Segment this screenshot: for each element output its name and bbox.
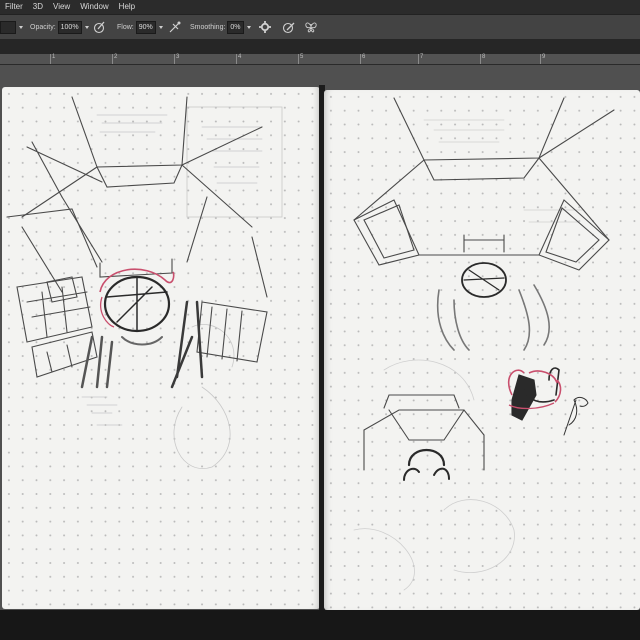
menu-bar: Filter 3D View Window Help: [0, 0, 640, 14]
gear-icon[interactable]: [258, 20, 272, 34]
options-bar: Opacity: 100% Flow: 90% Smoothing: 0%: [0, 14, 640, 40]
smoothing-dropdown-icon[interactable]: [246, 25, 251, 29]
sketchbook-left-page: [2, 87, 320, 609]
flow-control: Flow: 90%: [117, 15, 163, 39]
ruler-label: 1: [52, 54, 56, 60]
smoothing-label: Smoothing:: [190, 23, 226, 31]
ruler-label: 4: [238, 54, 242, 60]
ruler-label: 7: [420, 54, 424, 60]
sketchbook-right-page: [324, 90, 640, 610]
ruler-label: 5: [300, 54, 304, 60]
flow-label: Flow:: [117, 23, 134, 31]
flow-field[interactable]: 90%: [135, 20, 156, 34]
smoothing-field[interactable]: 0%: [227, 20, 244, 34]
opacity-field[interactable]: 100%: [57, 20, 82, 34]
opacity-control: Opacity: 100%: [30, 15, 89, 39]
menu-view[interactable]: View: [48, 0, 75, 14]
ruler-label: 6: [362, 54, 366, 60]
butterfly-icon[interactable]: [304, 20, 318, 34]
menu-3d[interactable]: 3D: [28, 0, 48, 14]
airbrush-icon[interactable]: [168, 20, 182, 34]
ruler-label: 8: [482, 54, 486, 60]
ruler-label: 9: [542, 54, 546, 60]
ruler-label: 3: [176, 54, 180, 60]
smoothing-control: Smoothing: 0%: [190, 15, 251, 39]
menu-help[interactable]: Help: [114, 0, 140, 14]
menu-window[interactable]: Window: [75, 0, 113, 14]
menu-filter[interactable]: Filter: [0, 0, 28, 14]
tool-preset-stub[interactable]: [0, 15, 23, 39]
opacity-label: Opacity:: [30, 23, 56, 31]
document-canvas[interactable]: [0, 65, 640, 640]
horizontal-ruler: 1 2 3 4 5 6 7 8 9: [0, 54, 640, 65]
notebook-bottom-edge: [0, 610, 640, 640]
opacity-dropdown-icon[interactable]: [84, 25, 89, 29]
flow-dropdown-icon[interactable]: [158, 25, 163, 29]
tab-strip: [0, 39, 640, 54]
cockpit-sketch-left: [6, 96, 283, 469]
pressure-opacity-icon[interactable]: [92, 20, 106, 34]
cockpit-sketch-right: [353, 97, 615, 591]
pressure-size-icon[interactable]: [282, 20, 296, 34]
ruler-label: 2: [114, 54, 118, 60]
